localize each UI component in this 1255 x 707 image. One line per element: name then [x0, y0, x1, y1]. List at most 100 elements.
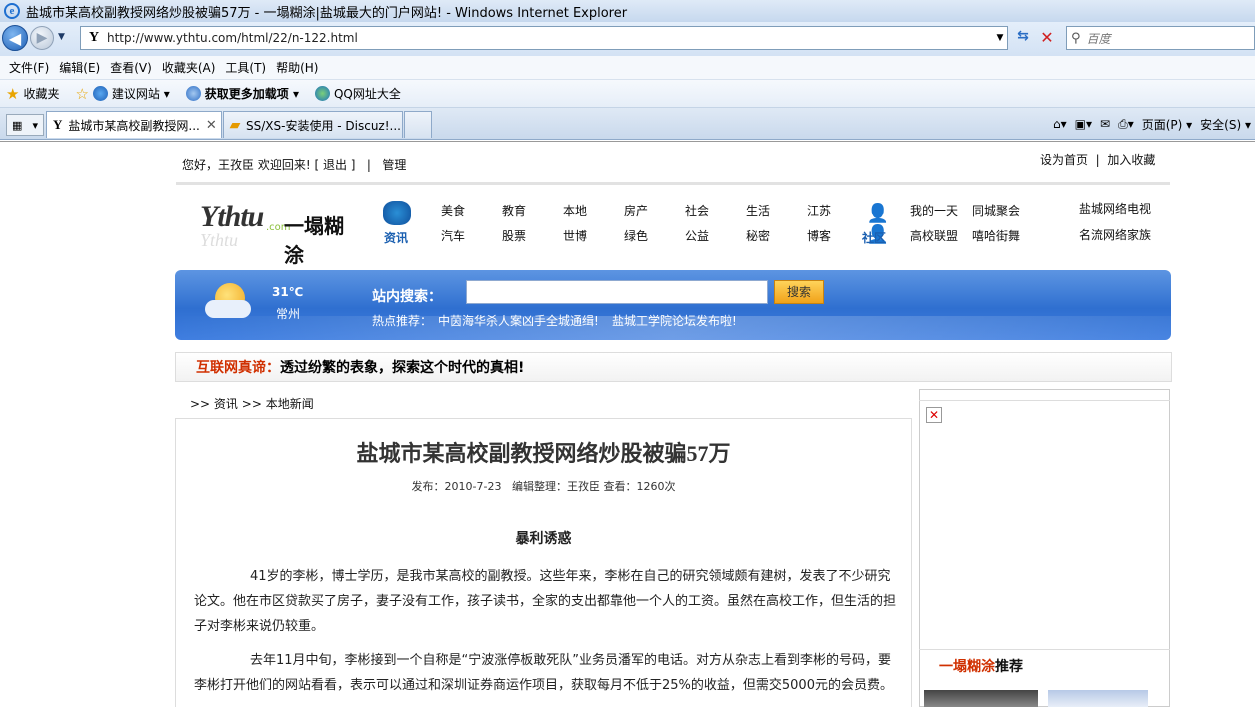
safety-menu[interactable]: 安全(S) ▾ [1200, 116, 1251, 133]
recommend-thumbnail[interactable] [1048, 690, 1148, 707]
get-addons-button[interactable]: 获取更多加载项 ▾ [185, 85, 299, 102]
home-icon[interactable]: ⌂▾ [1053, 117, 1067, 131]
menu-favorites[interactable]: 收藏夹(A) [162, 59, 216, 76]
breadcrumb-local[interactable]: >> 本地新闻 [242, 397, 314, 411]
tab-favicon-icon: ▰ [230, 117, 240, 132]
user-greeting: 您好，王孜臣 欢迎回来! [ 退出 ] | 管理 [182, 158, 407, 172]
tab-close-icon[interactable]: ✕ [200, 118, 217, 133]
search-icon: ⚲ [1071, 30, 1081, 46]
globe-icon [314, 86, 330, 101]
weather-city: 常州 [276, 307, 301, 321]
community-people-icon: 👤👤 [866, 203, 889, 245]
quick-tabs-button[interactable]: ▦ ▾ [6, 114, 44, 136]
nav-link[interactable]: 本地 [563, 202, 587, 219]
back-button[interactable]: ◀ [2, 25, 28, 51]
stop-button[interactable]: ✕ [1036, 28, 1058, 48]
top-links: 设为首页 | 加入收藏 [1040, 153, 1156, 167]
nav-link[interactable]: 生活 [746, 202, 770, 219]
nav-zixun[interactable]: 资讯 [384, 229, 408, 246]
nav-link[interactable]: 绿色 [624, 227, 648, 244]
slogan-text: 透过纷繁的表象，探索这个时代的真相! [280, 360, 525, 376]
nav-link[interactable]: 博客 [807, 227, 831, 244]
add-favorite-icon: ☆ [75, 84, 89, 103]
article-subheading: 暴利诱惑 [515, 531, 572, 547]
menu-edit[interactable]: 编辑(E) [59, 59, 100, 76]
menu-view[interactable]: 查看(V) [110, 59, 152, 76]
site-logo[interactable]: Ythtu Ythtu .com 一塌糊涂 [200, 196, 360, 267]
suggested-sites-button[interactable]: ☆ 建议网站 ▾ [75, 85, 169, 103]
favorites-button[interactable]: ★ 收藏夹 [6, 85, 59, 103]
ie-icon [92, 86, 108, 101]
hot-label: 热点推荐： [372, 314, 433, 328]
nav-link[interactable]: 房产 [624, 202, 648, 219]
command-bar: ⌂▾ ▣▾ ✉ ⎙▾ 页面(P) ▾ 安全(S) ▾ [960, 108, 1255, 140]
article-title: 盐城市某高校副教授网络炒股被骗57万 [356, 441, 731, 466]
news-category-icon [383, 201, 411, 225]
star-icon: ★ [6, 84, 20, 103]
nav-link[interactable]: 世博 [563, 227, 587, 244]
tab-label: SS/XS-安装使用 - Discuz!... [246, 118, 401, 133]
article-paragraph: 41岁的李彬，博士学历，是我市某高校的副教授。这些年来，李彬在自己的研究领域颇有… [194, 569, 897, 634]
recommend-thumbnail[interactable] [924, 690, 1038, 707]
page-menu[interactable]: 页面(P) ▾ [1142, 116, 1192, 133]
search-input[interactable]: ⚲ 百度 [1066, 26, 1255, 50]
weather-temperature: 31℃ [272, 285, 304, 299]
site-search-button[interactable]: 搜索 [774, 280, 824, 304]
nav-link[interactable]: 教育 [502, 202, 526, 219]
site-search-input[interactable] [466, 280, 768, 304]
tab-favicon-icon: Y [53, 117, 63, 132]
forward-button[interactable]: ▶ [30, 26, 54, 50]
mail-icon[interactable]: ✉ [1100, 117, 1110, 131]
hot-link[interactable]: 盐城工学院论坛发布啦! [612, 312, 737, 329]
address-toolbar: ◀ ▶ ▼ Y http://www.ythtu.com/html/22/n-1… [0, 22, 1255, 56]
set-home-link[interactable]: 设为首页 [1040, 153, 1088, 167]
nav-link[interactable]: 盐城网络电视 [1079, 200, 1151, 217]
recent-pages-dropdown-icon[interactable]: ▼ [58, 32, 70, 44]
nav-link[interactable]: 美食 [441, 202, 465, 219]
slogan-bar: 互联网真谛： 透过纷繁的表象，探索这个时代的真相! [175, 352, 1172, 382]
address-url[interactable]: http://www.ythtu.com/html/22/n-122.html [107, 31, 993, 45]
weather-cloud-icon [205, 300, 251, 318]
article-meta: 发布：2010-7-23 编辑整理：王孜臣 查看：1260次 [411, 480, 676, 493]
nav-link[interactable]: 嘻哈街舞 [972, 227, 1020, 244]
feeds-icon[interactable]: ▣▾ [1075, 117, 1092, 131]
slogan-prefix: 互联网真谛： [196, 360, 280, 376]
menu-file[interactable]: 文件(F) [9, 59, 49, 76]
window-titlebar: e 盐城市某高校副教授网络炒股被骗57万 - 一塌糊涂|盐城最大的门户网站! -… [0, 0, 1255, 22]
manage-link[interactable]: 管理 [382, 158, 406, 172]
article-paragraph: 去年11月中旬，李彬接到一个自称是“宁波涨停板敢死队”业务员潘军的电话。对方从杂… [194, 653, 893, 693]
nav-shequ[interactable]: 社区 [862, 229, 886, 246]
new-tab-button[interactable] [404, 111, 432, 138]
nav-link[interactable]: 名流网络家族 [1079, 226, 1151, 243]
sidebar-ad-slot [919, 400, 1170, 650]
refresh-button[interactable]: ⇆ [1012, 28, 1034, 48]
tab-label: 盐城市某高校副教授网... [68, 118, 200, 133]
site-search-label: 站内搜索： [372, 289, 442, 305]
search-placeholder: 百度 [1086, 31, 1111, 46]
nav-link[interactable]: 公益 [685, 227, 709, 244]
hot-link[interactable]: 中茵海华杀人案凶手全城通缉! [438, 312, 599, 329]
nav-link[interactable]: 秘密 [746, 227, 770, 244]
menu-tools[interactable]: 工具(T) [225, 59, 266, 76]
nav-link[interactable]: 同城聚会 [972, 202, 1020, 219]
nav-link[interactable]: 高校联盟 [910, 227, 958, 244]
tab-discuz[interactable]: ▰ SS/XS-安装使用 - Discuz!... [223, 111, 403, 138]
nav-link[interactable]: 社会 [685, 202, 709, 219]
address-bar[interactable]: Y http://www.ythtu.com/html/22/n-122.htm… [80, 26, 1008, 50]
qq-sites-link[interactable]: QQ网址大全 [314, 85, 401, 102]
addons-icon [185, 86, 201, 101]
menu-bar: 文件(F) 编辑(E) 查看(V) 收藏夹(A) 工具(T) 帮助(H) [0, 56, 1255, 80]
menu-help[interactable]: 帮助(H) [276, 59, 318, 76]
nav-link[interactable]: 汽车 [441, 227, 465, 244]
print-icon[interactable]: ⎙▾ [1118, 117, 1134, 132]
nav-link[interactable]: 我的一天 [910, 202, 958, 219]
add-favorite-link[interactable]: 加入收藏 [1107, 153, 1155, 167]
tab-current-article[interactable]: Y 盐城市某高校副教授网... ✕ [46, 111, 222, 138]
nav-link[interactable]: 股票 [502, 227, 526, 244]
logout-link[interactable]: [ 退出 ] [314, 158, 355, 172]
ie-logo-icon: e [4, 3, 20, 19]
breadcrumb-news[interactable]: >> 资讯 [190, 397, 238, 411]
address-dropdown-icon[interactable]: ▼ [993, 33, 1007, 43]
tab-list-dropdown-icon[interactable]: ▾ [32, 119, 38, 132]
nav-link[interactable]: 江苏 [807, 202, 831, 219]
